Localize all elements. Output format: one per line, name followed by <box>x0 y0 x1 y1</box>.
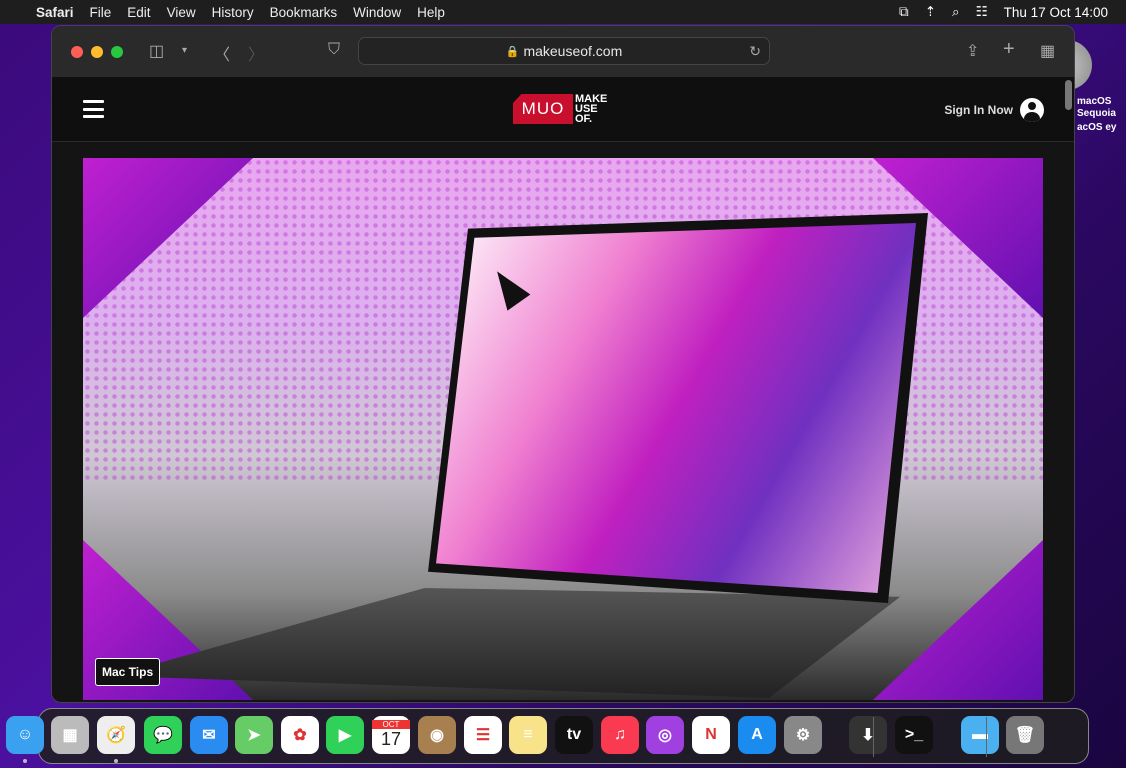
dock: ☺ ▦ 🧭 💬 ✉ ➤ ✿ ▶ OCT 17 ◉ ☰ ≡ tv ♫ ◎ N A ⚙ ⬇ >_ ▬ 🗑 <box>6 708 1089 764</box>
menu-clock[interactable]: Thu 17 Oct 14:00 <box>1004 5 1108 20</box>
dock-music-icon[interactable]: ♫ <box>601 716 639 754</box>
dock-photos-icon[interactable]: ✿ <box>281 716 319 754</box>
menu-help[interactable]: Help <box>409 5 453 20</box>
dock-mail-icon[interactable]: ✉ <box>190 716 228 754</box>
desktop-icon-label-visible: acOS ey <box>1077 122 1117 133</box>
dock-notes-icon[interactable]: ≡ <box>509 716 547 754</box>
back-icon[interactable]: 〈 <box>214 41 230 65</box>
site-logo[interactable]: MUO MAKE USE OF. <box>513 93 608 125</box>
sign-in-label: Sign In Now <box>944 103 1013 117</box>
dock-safari-icon[interactable]: 🧭 <box>97 716 135 754</box>
sign-in-button[interactable]: Sign In Now <box>944 98 1044 122</box>
dock-messages-icon[interactable]: 💬 <box>144 716 182 754</box>
menu-history[interactable]: History <box>204 5 262 20</box>
dock-news-icon[interactable]: N <box>692 716 730 754</box>
dock-maps-icon[interactable]: ➤ <box>235 716 273 754</box>
safari-toolbar: ◫ ▾ 〈 〉 ⛉ 🔒 makeuseof.com ↻ ⇪ + ▦ <box>52 26 1074 78</box>
new-tab-icon[interactable]: + <box>1003 38 1015 61</box>
calendar-day: 17 <box>380 729 402 749</box>
privacy-shield-icon[interactable]: ⛉ <box>328 41 340 59</box>
dock-tv-icon[interactable]: tv <box>555 716 593 754</box>
menu-view[interactable]: View <box>159 5 204 20</box>
reload-icon[interactable]: ↻ <box>749 43 761 60</box>
logo-words: MAKE USE OF. <box>575 93 608 125</box>
running-indicator <box>23 759 27 763</box>
dock-contacts-icon[interactable]: ◉ <box>418 716 456 754</box>
control-center-icon[interactable]: ☷ <box>976 4 988 20</box>
desktop-icon-label: macOS Sequoia <box>1077 96 1116 119</box>
address-bar[interactable]: 🔒 makeuseof.com ↻ <box>358 37 770 65</box>
running-indicator <box>114 759 118 763</box>
calendar-month: OCT <box>372 720 410 729</box>
menu-edit[interactable]: Edit <box>119 5 158 20</box>
sidebar-icon[interactable]: ◫ <box>149 41 164 61</box>
lock-icon: 🔒 <box>505 45 520 58</box>
minimize-button[interactable] <box>91 46 103 58</box>
dock-macos-installer-icon[interactable]: ⬇ <box>849 716 887 754</box>
dock-podcasts-icon[interactable]: ◎ <box>646 716 684 754</box>
hero-image[interactable]: Mac Tips <box>83 158 1043 700</box>
close-button[interactable] <box>71 46 83 58</box>
dock-launchpad-icon[interactable]: ▦ <box>51 716 89 754</box>
chevron-down-icon[interactable]: ▾ <box>182 45 187 56</box>
tab-overview-icon[interactable]: ▦ <box>1040 41 1055 61</box>
safari-window: ◫ ▾ 〈 〉 ⛉ 🔒 makeuseof.com ↻ ⇪ + ▦ MUO MA… <box>51 25 1075 703</box>
user-avatar-icon <box>1020 98 1044 122</box>
url-text: makeuseof.com <box>523 43 623 59</box>
dock-separator <box>986 717 987 757</box>
forward-icon[interactable]: 〉 <box>248 41 264 65</box>
dock-calendar-icon[interactable]: OCT 17 <box>372 716 410 754</box>
menu-bookmarks[interactable]: Bookmarks <box>262 5 346 20</box>
category-tag[interactable]: Mac Tips <box>95 658 161 686</box>
menu-safari[interactable]: Safari <box>28 5 82 20</box>
site-header: MUO MAKE USE OF. Sign In Now <box>52 78 1074 142</box>
dock-separator <box>873 717 874 757</box>
menu-bar: Safari File Edit View History Bookmarks Windo… <box>0 0 1126 24</box>
dock-facetime-icon[interactable]: ▶ <box>326 716 364 754</box>
dock-downloads-folder-icon[interactable]: ▬ <box>961 716 999 754</box>
spotlight-search-icon[interactable]: ⌕ <box>952 4 960 20</box>
dock-reminders-icon[interactable]: ☰ <box>464 716 502 754</box>
menu-file[interactable]: File <box>82 5 120 20</box>
wifi-icon[interactable]: ⇡ <box>925 4 936 20</box>
logo-mark: MUO <box>513 94 573 124</box>
dock-trash-icon[interactable]: 🗑 <box>1006 716 1044 754</box>
screen-mirroring-icon[interactable]: ⧉ <box>899 4 909 20</box>
menu-window[interactable]: Window <box>345 5 409 20</box>
share-icon[interactable]: ⇪ <box>966 41 979 61</box>
dock-terminal-icon[interactable]: >_ <box>895 716 933 754</box>
dock-app-store-icon[interactable]: A <box>738 716 776 754</box>
dock-finder-icon[interactable]: ☺ <box>6 716 44 754</box>
dock-system-settings-icon[interactable]: ⚙ <box>784 716 822 754</box>
scrollbar[interactable] <box>1065 80 1072 110</box>
zoom-button[interactable] <box>111 46 123 58</box>
hamburger-menu-icon[interactable] <box>83 100 104 118</box>
